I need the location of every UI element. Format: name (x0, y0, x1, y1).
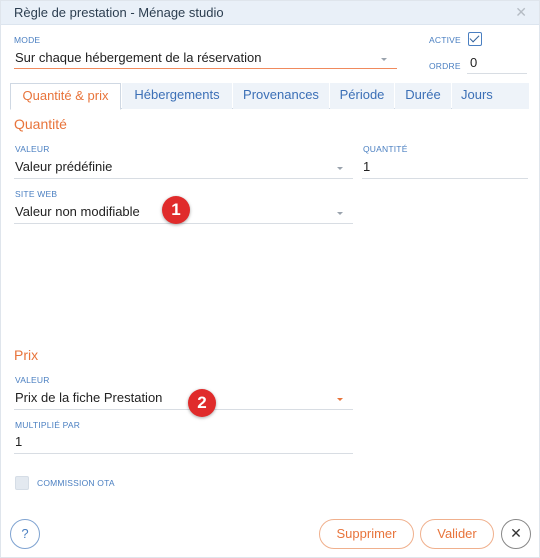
prix-valeur-value: Prix de la fiche Prestation (15, 390, 163, 405)
mode-label: MODE (14, 35, 41, 45)
check-icon (469, 32, 480, 43)
chevron-down-icon (381, 58, 387, 61)
chevron-down-icon (337, 398, 343, 401)
mode-select[interactable]: Sur chaque hébergement de la réservation (14, 47, 397, 69)
quantite-section-title: Quantité (14, 116, 67, 132)
commission-ota-label: COMMISSION OTA (37, 478, 115, 488)
active-checkbox[interactable] (468, 32, 482, 46)
multiplie-underline (14, 453, 353, 454)
site-web-underline (14, 223, 353, 224)
mode-value: Sur chaque hébergement de la réservation (15, 50, 262, 65)
multiplie-input[interactable]: 1 (14, 431, 353, 453)
chevron-down-icon (337, 167, 343, 170)
rule-dialog: Règle de prestation - Ménage studio ✕ MO… (0, 0, 540, 558)
supprimer-button[interactable]: Supprimer (319, 519, 414, 549)
help-button[interactable]: ? (10, 519, 40, 549)
quantite-valeur-value: Valeur prédéfinie (15, 159, 113, 174)
quantite-underline (362, 178, 528, 179)
ordre-input[interactable]: 0 (467, 51, 527, 73)
ordre-underline (467, 73, 527, 74)
tab-quantite-prix[interactable]: Quantité & prix (10, 83, 121, 110)
site-web-label: SITE WEB (15, 189, 58, 199)
ordre-label: ORDRE (429, 61, 461, 71)
quantite-label: QUANTITÉ (363, 144, 408, 154)
quantite-input[interactable]: 1 (362, 156, 528, 178)
dialog-title: Règle de prestation - Ménage studio (14, 5, 224, 20)
quantite-valeur-select[interactable]: Valeur prédéfinie (14, 156, 353, 178)
quantite-valeur-label: VALEUR (15, 144, 50, 154)
multiplie-label: MULTIPLIÉ PAR (15, 420, 81, 430)
commission-ota-checkbox[interactable] (15, 476, 29, 490)
mode-underline (14, 68, 397, 69)
multiplie-value: 1 (15, 434, 23, 449)
chevron-down-icon (337, 212, 343, 215)
prix-section-title: Prix (14, 347, 39, 363)
tab-periode[interactable]: Période (330, 83, 394, 109)
quantite-value: 1 (363, 159, 371, 174)
dialog-titlebar: Règle de prestation - Ménage studio ✕ (1, 1, 539, 25)
tab-hebergements[interactable]: Hébergements (122, 83, 232, 109)
quantite-valeur-underline (14, 178, 353, 179)
annotation-badge-2: 2 (188, 389, 216, 417)
active-label: ACTIVE (429, 35, 461, 45)
site-web-value: Valeur non modifiable (15, 204, 140, 219)
prix-valeur-label: VALEUR (15, 375, 50, 385)
prix-valeur-select[interactable]: Prix de la fiche Prestation (14, 387, 353, 409)
close-button[interactable]: ✕ (501, 519, 531, 549)
valider-button[interactable]: Valider (420, 519, 494, 549)
ordre-value: 0 (470, 55, 478, 70)
tab-bar: Quantité & prix Hébergements Provenances… (10, 83, 529, 110)
tab-jours[interactable]: Jours (452, 83, 529, 109)
annotation-badge-1: 1 (162, 196, 190, 224)
prix-valeur-underline (14, 409, 353, 410)
close-icon[interactable]: ✕ (515, 4, 527, 21)
tab-duree[interactable]: Durée (395, 83, 451, 109)
tab-provenances[interactable]: Provenances (233, 83, 329, 109)
